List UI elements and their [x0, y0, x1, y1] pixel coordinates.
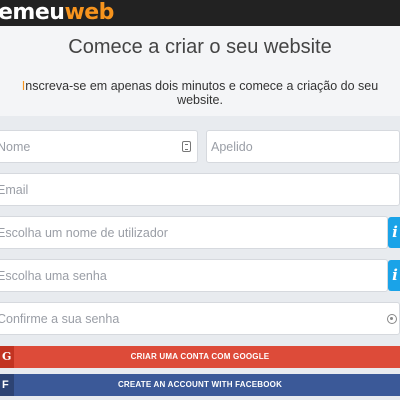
first-name-field[interactable] [0, 130, 198, 163]
username-info-icon[interactable]: i [388, 217, 400, 248]
google-icon: g [0, 346, 14, 368]
facebook-signup-label: Create an account with Facebook [117, 380, 283, 389]
emeuweb-logo[interactable]: emeu web [0, 0, 114, 25]
confirm-password-field[interactable] [0, 302, 400, 335]
logo-text-web: web [64, 0, 114, 25]
password-input[interactable] [0, 260, 387, 291]
top-bar: emeu web [0, 0, 400, 26]
password-info-icon[interactable]: i [388, 260, 400, 291]
page-subtitle: Inscreva-se em apenas dois minutos e com… [0, 79, 400, 107]
google-signup-button[interactable]: g Criar uma conta com Google [0, 346, 400, 368]
facebook-signup-button[interactable]: f Create an account with Facebook [0, 374, 400, 396]
first-name-input[interactable] [0, 131, 197, 162]
page-title: Comece a criar o seu website [68, 36, 332, 58]
email-input[interactable] [0, 174, 399, 205]
logo-text-emeu: emeu [0, 0, 65, 25]
facebook-icon: f [0, 374, 14, 396]
google-signup-label: Criar uma conta com Google [130, 352, 270, 361]
username-field[interactable] [0, 216, 388, 249]
subtitle-text: nscreva-se em apenas dois minutos e come… [25, 79, 379, 107]
password-field[interactable] [0, 259, 388, 292]
contact-card-icon[interactable] [182, 141, 191, 152]
username-input[interactable] [0, 217, 387, 248]
last-name-input[interactable] [207, 131, 399, 162]
password-reveal-icon[interactable] [387, 314, 397, 324]
last-name-field[interactable] [206, 130, 400, 163]
email-field[interactable] [0, 173, 400, 206]
confirm-password-input[interactable] [0, 303, 399, 334]
